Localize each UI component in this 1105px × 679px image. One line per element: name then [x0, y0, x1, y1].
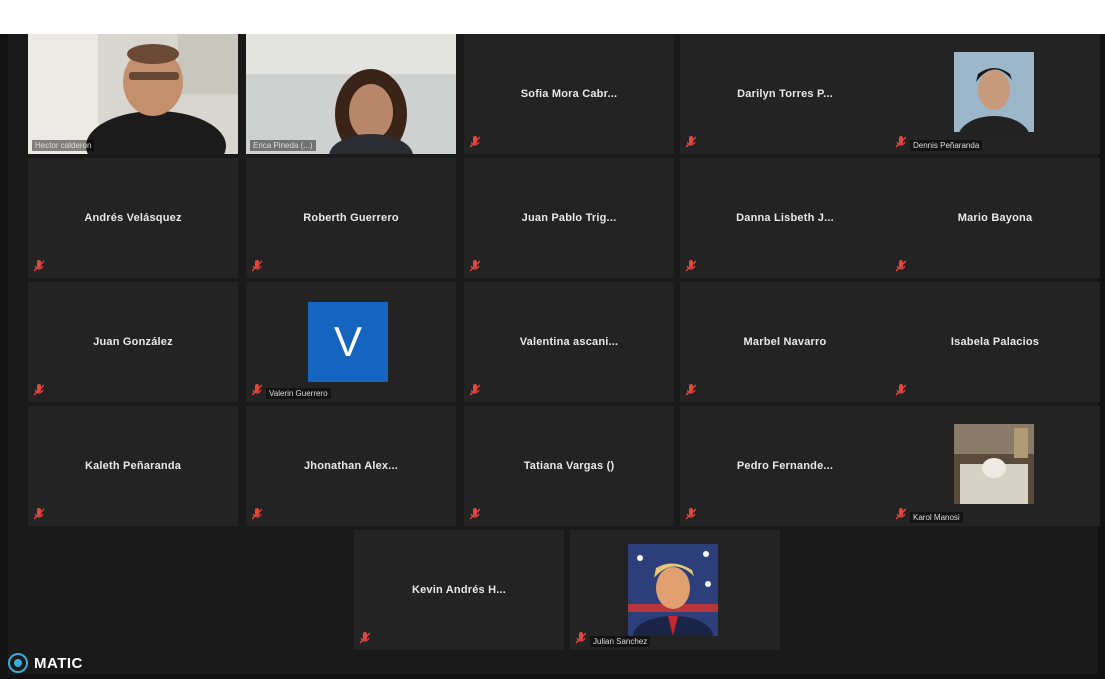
- participant-tile[interactable]: Mario Bayona: [890, 158, 1100, 278]
- participant-name: Marbel Navarro: [743, 336, 827, 348]
- window-top-bar: [0, 0, 1105, 34]
- participant-tile[interactable]: Juan Pablo Trig...: [464, 158, 674, 278]
- participant-video: [246, 34, 456, 154]
- participant-tile[interactable]: Pedro Fernande...: [680, 406, 890, 526]
- participant-tile[interactable]: Sofia Mora Cabr...: [464, 34, 674, 154]
- participant-name: Kevin Andrés H...: [411, 584, 507, 596]
- participant-name: Danna Lisbeth J...: [736, 212, 834, 224]
- muted-mic-icon: [686, 136, 696, 148]
- participant-tile[interactable]: Andrés Velásquez: [28, 158, 238, 278]
- brand-name: MATIC: [34, 654, 83, 672]
- participant-tile-julian[interactable]: Julian Sanchez: [570, 530, 780, 650]
- participant-name: Juan Pablo Trig...: [521, 212, 617, 224]
- participant-name-label: Karol Manosi: [910, 512, 963, 523]
- muted-mic-icon: [470, 508, 480, 520]
- muted-mic-icon: [896, 508, 906, 520]
- muted-mic-icon: [252, 508, 262, 520]
- participant-name: Jhonathan Alex...: [303, 460, 399, 472]
- muted-mic-icon: [470, 136, 480, 148]
- muted-mic-icon: [34, 508, 44, 520]
- participant-video: [28, 34, 238, 154]
- participant-tile[interactable]: Valentina ascani...: [464, 282, 674, 402]
- muted-mic-icon: [470, 260, 480, 272]
- participant-tile[interactable]: Isabela Palacios: [890, 282, 1100, 402]
- muted-mic-icon: [686, 508, 696, 520]
- muted-mic-icon: [686, 384, 696, 396]
- muted-mic-icon: [360, 632, 370, 644]
- participant-tile[interactable]: Juan González: [28, 282, 238, 402]
- profile-photo: [954, 424, 1034, 504]
- participant-name: Tatiana Vargas (): [523, 460, 615, 472]
- participant-tile[interactable]: Marbel Navarro: [680, 282, 890, 402]
- participant-name: Sofia Mora Cabr...: [520, 88, 618, 100]
- participant-tile-erica[interactable]: Erica Pineda (...): [246, 34, 456, 154]
- participant-name-label: Hector calderon: [32, 140, 95, 151]
- muted-mic-icon: [470, 384, 480, 396]
- participant-tile[interactable]: Roberth Guerrero: [246, 158, 456, 278]
- muted-mic-icon: [34, 384, 44, 396]
- participant-name: Mario Bayona: [957, 212, 1033, 224]
- muted-mic-icon: [252, 260, 262, 272]
- participant-name: Juan González: [93, 336, 173, 348]
- participant-name: Roberth Guerrero: [303, 212, 399, 224]
- participant-name: Pedro Fernande...: [736, 460, 834, 472]
- muted-mic-icon: [896, 260, 906, 272]
- participant-name: Kaleth Peñaranda: [84, 460, 182, 472]
- muted-mic-icon: [34, 260, 44, 272]
- participant-tile-hector[interactable]: Hector calderon: [28, 34, 238, 154]
- participant-name-label: Julian Sanchez: [590, 636, 651, 647]
- profile-photo: [628, 544, 718, 636]
- participant-tile[interactable]: Tatiana Vargas (): [464, 406, 674, 526]
- participant-tile[interactable]: Darilyn Torres P...: [680, 34, 890, 154]
- profile-photo: [954, 52, 1034, 132]
- brand-logo-icon: [8, 653, 28, 673]
- avatar-initial: V: [308, 302, 388, 382]
- participant-name-label: Dennis Peñaranda: [910, 140, 983, 151]
- participant-tile[interactable]: Kevin Andrés H...: [354, 530, 564, 650]
- participant-tile-valerin[interactable]: V Valerin Guerrero: [246, 282, 456, 402]
- muted-mic-icon: [252, 384, 262, 396]
- muted-mic-icon: [896, 136, 906, 148]
- participant-tile-karol[interactable]: Karol Manosi: [890, 406, 1100, 526]
- participant-name-label: Erica Pineda (...): [250, 140, 316, 151]
- participant-tile[interactable]: Kaleth Peñaranda: [28, 406, 238, 526]
- participant-name-label: Valerin Guerrero: [266, 388, 331, 399]
- participant-name: Darilyn Torres P...: [737, 88, 833, 100]
- muted-mic-icon: [896, 384, 906, 396]
- participant-tile-dennis[interactable]: Dennis Peñaranda: [890, 34, 1100, 154]
- video-gallery: Hector calderon Erica Pineda (...) Sofia…: [8, 34, 1100, 674]
- muted-mic-icon: [686, 260, 696, 272]
- participant-name: Andrés Velásquez: [84, 212, 182, 224]
- participant-tile[interactable]: Jhonathan Alex...: [246, 406, 456, 526]
- muted-mic-icon: [576, 632, 586, 644]
- participant-tile[interactable]: Danna Lisbeth J...: [680, 158, 890, 278]
- participant-name: Valentina ascani...: [519, 336, 619, 348]
- participant-name: Isabela Palacios: [950, 336, 1040, 348]
- brand-watermark: MATIC: [8, 653, 83, 673]
